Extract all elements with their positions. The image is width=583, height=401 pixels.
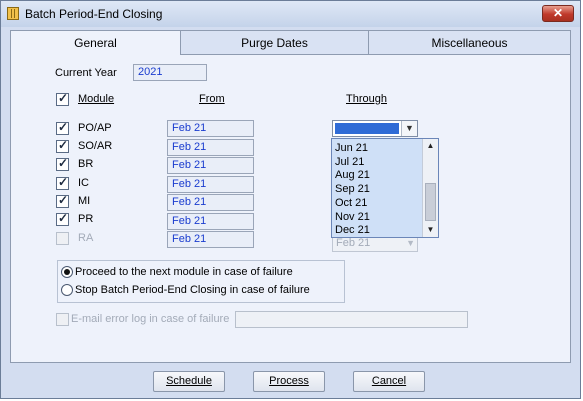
app-icon — [7, 7, 19, 20]
radio-proceed-label: Proceed to the next module in case of fa… — [75, 266, 293, 278]
schedule-button[interactable]: Schedule — [153, 371, 225, 392]
from-field-pr[interactable]: Feb 21 — [167, 213, 254, 230]
module-checkbox-mi[interactable] — [56, 193, 69, 208]
through-header: Through — [346, 93, 387, 105]
window-title: Batch Period-End Closing — [25, 7, 163, 21]
title-bar[interactable]: Batch Period-End Closing ✕ — [1, 1, 580, 27]
radio-stop-label: Stop Batch Period-End Closing in case of… — [75, 284, 310, 296]
dialog-window: Batch Period-End Closing ✕ General Purge… — [0, 0, 581, 399]
chevron-down-icon[interactable]: ▼ — [401, 121, 417, 136]
from-field-mi[interactable]: Feb 21 — [167, 194, 254, 211]
module-label: BR — [78, 158, 94, 170]
module-label: SO/AR — [78, 140, 113, 152]
module-checkbox-soar[interactable] — [56, 138, 69, 153]
tab-panel: General Purge Dates Miscellaneous Curren… — [10, 30, 571, 363]
email-address-field[interactable] — [235, 311, 468, 328]
email-error-log-checkbox[interactable] — [56, 313, 69, 326]
module-checkbox-ra[interactable] — [56, 232, 69, 245]
module-label: RA — [78, 232, 94, 244]
module-checkbox-poap[interactable] — [56, 120, 69, 135]
module-label: PR — [78, 213, 94, 225]
dropdown-option[interactable]: Jul 21 — [335, 156, 364, 168]
scrollbar-thumb[interactable] — [425, 183, 436, 221]
from-field-poap[interactable]: Feb 21 — [167, 120, 254, 137]
radio-proceed[interactable] — [61, 266, 73, 278]
tab-purge-dates[interactable]: Purge Dates — [181, 31, 369, 55]
dropdown-option[interactable]: Sep 21 — [335, 183, 370, 195]
module-select-all-checkbox[interactable] — [56, 91, 69, 106]
scroll-down-icon[interactable]: ▼ — [423, 223, 438, 237]
radio-stop[interactable] — [61, 284, 73, 296]
dropdown-option[interactable]: Oct 21 — [335, 197, 367, 209]
close-button[interactable]: ✕ — [542, 5, 574, 22]
cancel-button[interactable]: Cancel — [353, 371, 425, 392]
through-dropdown-list[interactable]: Jun 21 Jul 21 Aug 21 Sep 21 Oct 21 Nov 2… — [331, 138, 439, 238]
module-header: Module — [78, 93, 115, 105]
from-field-ra[interactable]: Feb 21 — [167, 231, 254, 248]
through-value-ra: Feb 21 — [336, 237, 371, 249]
dropdown-scrollbar[interactable]: ▲ ▼ — [422, 139, 438, 237]
module-checkbox-pr[interactable] — [56, 211, 69, 226]
process-button[interactable]: Process — [253, 371, 325, 392]
chevron-down-icon: ▼ — [406, 238, 415, 248]
module-label: PO/AP — [78, 122, 112, 134]
selected-value-highlight — [335, 123, 399, 134]
through-select-poap[interactable]: ▼ — [332, 120, 418, 137]
current-year-field[interactable]: 2021 — [133, 64, 207, 81]
scroll-up-icon[interactable]: ▲ — [423, 139, 438, 153]
from-field-ic[interactable]: Feb 21 — [167, 176, 254, 193]
from-header: From — [199, 93, 225, 105]
module-checkbox-ic[interactable] — [56, 175, 69, 190]
tab-general[interactable]: General — [11, 31, 181, 55]
dropdown-option[interactable]: Aug 21 — [335, 169, 370, 181]
module-label: MI — [78, 195, 91, 207]
dropdown-option[interactable]: Jun 21 — [335, 142, 368, 154]
dropdown-option[interactable]: Dec 21 — [335, 224, 370, 236]
email-error-log-label: E-mail error log in case of failure — [71, 313, 230, 325]
dropdown-option[interactable]: Nov 21 — [335, 211, 370, 223]
module-label: IC — [78, 177, 89, 189]
from-field-br[interactable]: Feb 21 — [167, 157, 254, 174]
from-field-soar[interactable]: Feb 21 — [167, 139, 254, 156]
module-checkbox-br[interactable] — [56, 156, 69, 171]
tab-miscellaneous[interactable]: Miscellaneous — [369, 31, 570, 55]
current-year-label: Current Year — [55, 67, 117, 79]
